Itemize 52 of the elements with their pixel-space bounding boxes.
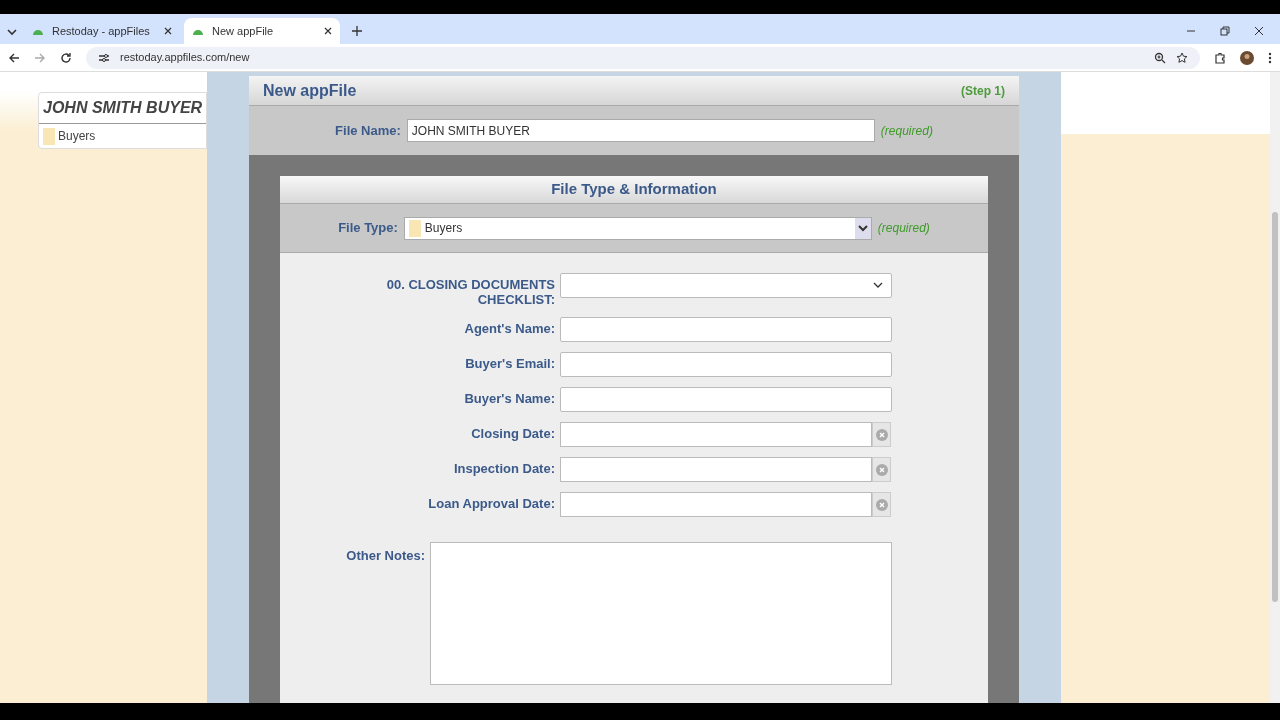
field-label: Inspection Date: <box>452 460 555 476</box>
date-field[interactable] <box>560 422 872 447</box>
input-field[interactable] <box>560 387 892 412</box>
profile-avatar[interactable] <box>1240 50 1254 65</box>
required-note: (required) <box>880 122 933 140</box>
field-label: Buyer's Name: <box>463 390 555 406</box>
new-tab-icon[interactable] <box>352 26 362 36</box>
step-label: (Step 1) <box>961 82 1005 100</box>
clear-icon <box>875 428 888 441</box>
site-settings-icon[interactable] <box>98 52 110 63</box>
section-title: File Type & Information <box>551 179 717 200</box>
reload-icon[interactable] <box>60 51 72 64</box>
file-type-label: Buyers <box>58 128 96 145</box>
dropdown-caret-icon <box>873 282 883 289</box>
field-label: 00. CLOSING DOCUMENTS CHECKLIST: <box>385 276 555 307</box>
file-name-field[interactable]: JOHN SMITH BUYER <box>406 119 875 142</box>
input-field[interactable] <box>560 352 892 377</box>
field-label: File Type: <box>338 219 398 238</box>
notes-field[interactable] <box>430 542 892 685</box>
clear-icon <box>875 463 888 476</box>
file-card[interactable]: JOHN SMITH BUYER Buyers <box>38 92 207 149</box>
browser-tab[interactable]: New appFile <box>184 18 340 44</box>
field-label: Loan Approval Date: <box>427 495 555 511</box>
scrollbar-thumb[interactable] <box>1272 212 1278 602</box>
file-title: JOHN SMITH BUYER <box>39 93 206 124</box>
menu-icon[interactable] <box>1268 51 1272 64</box>
close-icon[interactable] <box>1254 26 1264 36</box>
field-label: Closing Date: <box>470 425 555 441</box>
close-icon[interactable] <box>324 27 332 35</box>
input-field[interactable] <box>560 317 892 342</box>
date-field[interactable] <box>560 492 872 517</box>
date-field[interactable] <box>560 457 872 482</box>
field-label: Agent's Name: <box>463 320 555 336</box>
file-type-swatch <box>43 127 55 145</box>
field-label: Other Notes: <box>345 547 425 565</box>
dropdown-field[interactable] <box>560 273 892 298</box>
panel-title: New appFile <box>263 80 357 101</box>
field-label: File Name: <box>335 121 401 140</box>
browser-tab[interactable]: Restoday - appFiles <box>24 18 180 44</box>
address-bar[interactable]: restoday.appfiles.com/new <box>86 46 1200 69</box>
file-type-swatch <box>408 219 421 237</box>
field-label: Buyer's Email: <box>464 355 555 371</box>
clear-icon <box>875 498 888 511</box>
required-note: (required) <box>877 220 930 237</box>
zoom-icon[interactable] <box>1154 51 1166 64</box>
dropdown-caret-icon <box>857 224 868 232</box>
back-icon[interactable] <box>8 51 20 64</box>
file-type-dropdown[interactable]: Buyers <box>403 216 872 240</box>
star-icon[interactable] <box>1176 51 1188 64</box>
restore-icon[interactable] <box>1220 26 1230 36</box>
close-icon[interactable] <box>164 27 172 35</box>
extensions-icon[interactable] <box>1214 51 1226 64</box>
